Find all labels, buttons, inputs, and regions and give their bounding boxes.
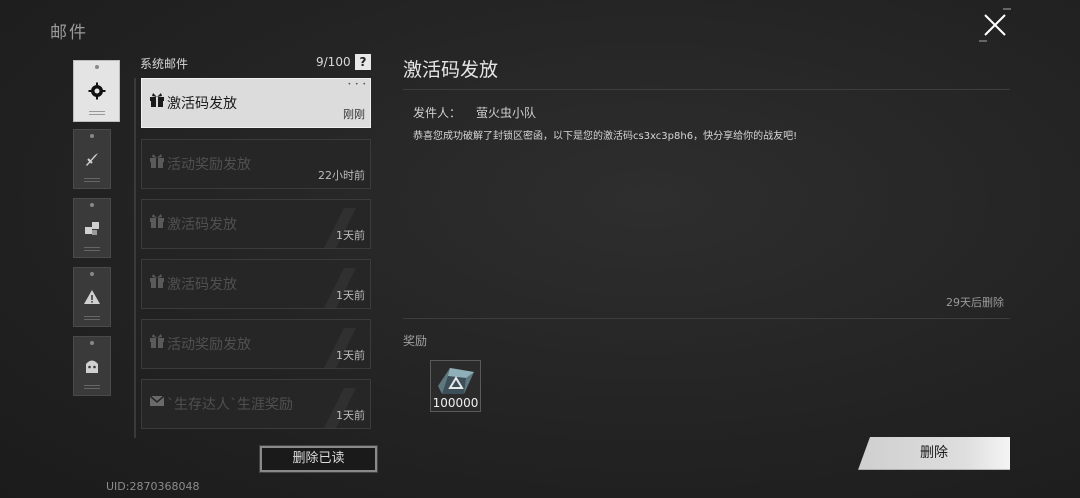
delete-button-label: 删除 [920,445,948,461]
gift-icon [150,274,164,288]
mail-time: 1天前 [336,289,365,302]
reward-label: 奖励 [403,334,428,348]
mail-list-item[interactable]: `生存达人`生涯奖励 1天前 [141,379,371,429]
help-icon[interactable]: ? [355,54,371,70]
mail-list-item[interactable]: 激活码发放 刚刚 • • • [141,78,371,128]
delete-read-button[interactable]: 删除已读 [259,445,378,473]
sword-icon [86,153,98,166]
warning-icon [84,290,100,304]
page-title: 邮件 [50,23,88,43]
gift-icon [150,154,164,168]
category-tab-character[interactable] [73,336,111,396]
mail-title: 激活码发放 [167,277,237,293]
delete-button[interactable]: 删除 [858,437,1010,470]
crystal-icon [438,368,474,394]
mail-list-item[interactable]: 激活码发放 1天前 [141,199,371,249]
reward-item[interactable]: 100000 [430,360,481,412]
mail-list-item[interactable]: 激活码发放 1天前 [141,259,371,309]
mail-detail-title: 激活码发放 [403,59,499,81]
mail-title: `生存达人`生涯奖励 [167,397,293,413]
reward-amount: 100000 [432,396,479,410]
mail-time: 1天前 [336,229,365,242]
mail-time: 刚刚 [343,108,365,121]
divider [403,89,1010,90]
tab-lines [84,385,100,389]
mail-title: 活动奖励发放 [167,337,251,353]
tab-lines [88,111,105,115]
tab-hole [90,272,94,276]
tab-hole [90,134,94,138]
tab-hole [94,65,99,69]
mail-list-item[interactable]: 活动奖励发放 1天前 [141,319,371,369]
tab-hole [90,341,94,345]
category-tab-blocks[interactable] [73,198,111,258]
close-button[interactable] [978,8,1012,42]
tab-lines [84,316,100,320]
tab-lines [84,247,100,251]
gift-icon [150,214,164,228]
mail-time: 1天前 [336,409,365,422]
mail-body: 恭喜您成功破解了封锁区密函，以下是您的激活码cs3xc3p8h6，快分享给你的战… [413,131,798,142]
mail-time: 1天前 [336,349,365,362]
gear-icon [88,82,105,100]
sender-label: 发件人： [413,106,462,120]
category-tab-activity[interactable] [73,129,111,189]
gift-icon [150,334,164,348]
divider [403,318,1010,319]
category-tab-system[interactable] [73,60,120,122]
tab-hole [90,203,94,207]
list-scroll-rail[interactable] [134,78,136,438]
category-tab-warning[interactable] [73,267,111,327]
mail-title: 活动奖励发放 [167,157,251,173]
mail-list-item[interactable]: 活动奖励发放 22小时前 [141,139,371,189]
face-icon [86,360,98,373]
corner-dots: • • • [347,81,367,88]
user-id: UID:2870368048 [106,480,200,493]
expire-notice: 29天后删除 [946,296,1004,309]
mail-list-header: 系统邮件 [140,57,189,71]
mail-time: 22小时前 [318,169,365,182]
cubes-icon [85,222,99,235]
sender-name: 萤火虫小队 [476,106,537,120]
gift-icon [150,93,164,107]
mail-count: 9/100 [316,55,351,69]
envelope-icon [149,395,165,406]
mail-title: 激活码发放 [167,217,237,233]
close-icon [979,8,1011,42]
mail-title: 激活码发放 [167,96,237,112]
tab-lines [84,178,100,182]
